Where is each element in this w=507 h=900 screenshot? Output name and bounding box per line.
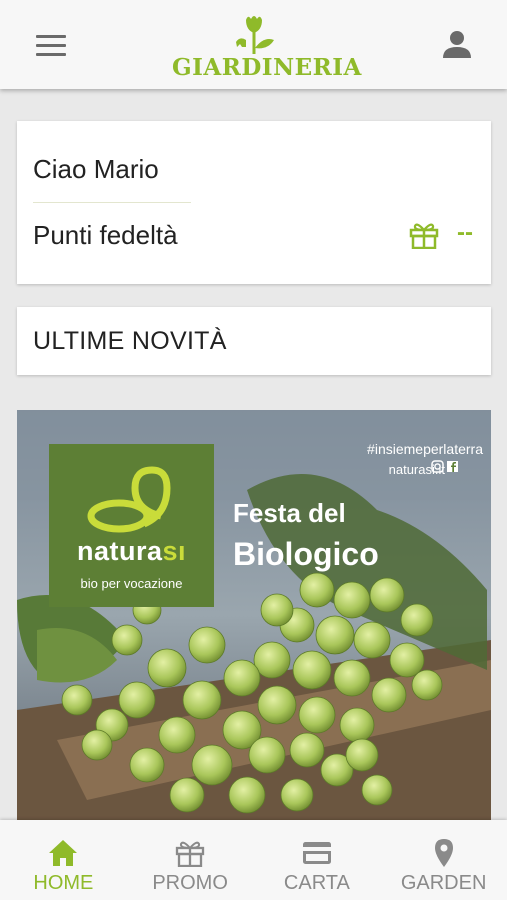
gift-icon (175, 841, 205, 867)
banner-headline-line1: Festa del (233, 498, 346, 528)
gift-icon (409, 223, 439, 249)
nav-promo[interactable]: PROMO (127, 820, 254, 900)
points-label: Punti fedeltà (33, 220, 178, 250)
brand-name: naturası (49, 536, 214, 567)
brand-tagline: bio per vocazione (80, 576, 183, 591)
points-value: -- (457, 219, 473, 246)
news-title: ULTIME NOVITÀ (33, 327, 227, 355)
greeting-text: Ciao Mario (33, 154, 159, 184)
banner-website: naturasi.it (388, 462, 445, 477)
instagram-facebook-icons (431, 460, 458, 473)
loyalty-card-summary: Ciao Mario Punti fedeltà -- (17, 121, 491, 284)
tulip-icon (236, 16, 274, 54)
app-logo: GIARDINERIA (172, 14, 362, 81)
bottom-navigation: HOME PROMO CARTA GARDEN (0, 820, 507, 900)
nav-garden[interactable]: GARDEN (380, 820, 507, 900)
news-section-header: ULTIME NOVITÀ (17, 307, 491, 375)
banner-hashtag: #insiemeperlaterra (367, 441, 483, 457)
nav-carta[interactable]: CARTA (254, 820, 381, 900)
location-pin-icon (434, 839, 453, 867)
top-app-bar: GIARDINERIA (0, 0, 507, 89)
banner-headline-line2: Biologico (233, 536, 379, 572)
user-icon[interactable] (443, 30, 471, 60)
nav-home[interactable]: HOME (0, 820, 127, 900)
home-icon (49, 840, 78, 866)
nav-garden-label: GARDEN (400, 872, 487, 894)
nav-promo-label: PROMO (152, 872, 228, 894)
brand-name-suffix: sı (162, 536, 187, 566)
hamburger-menu-icon[interactable] (36, 35, 66, 57)
nav-home-label: HOME (33, 872, 94, 894)
naturasi-logo-icon (87, 466, 171, 533)
logo-text: GIARDINERIA (172, 54, 362, 81)
nav-carta-label: CARTA (283, 872, 350, 894)
brand-name-prefix: natura (76, 536, 163, 566)
promo-banner[interactable]: #insiemeperlaterra naturasi.it naturası … (17, 410, 491, 820)
card-icon (302, 842, 331, 864)
divider (33, 202, 191, 203)
naturasi-brand-box: naturası bio per vocazione (49, 444, 214, 607)
